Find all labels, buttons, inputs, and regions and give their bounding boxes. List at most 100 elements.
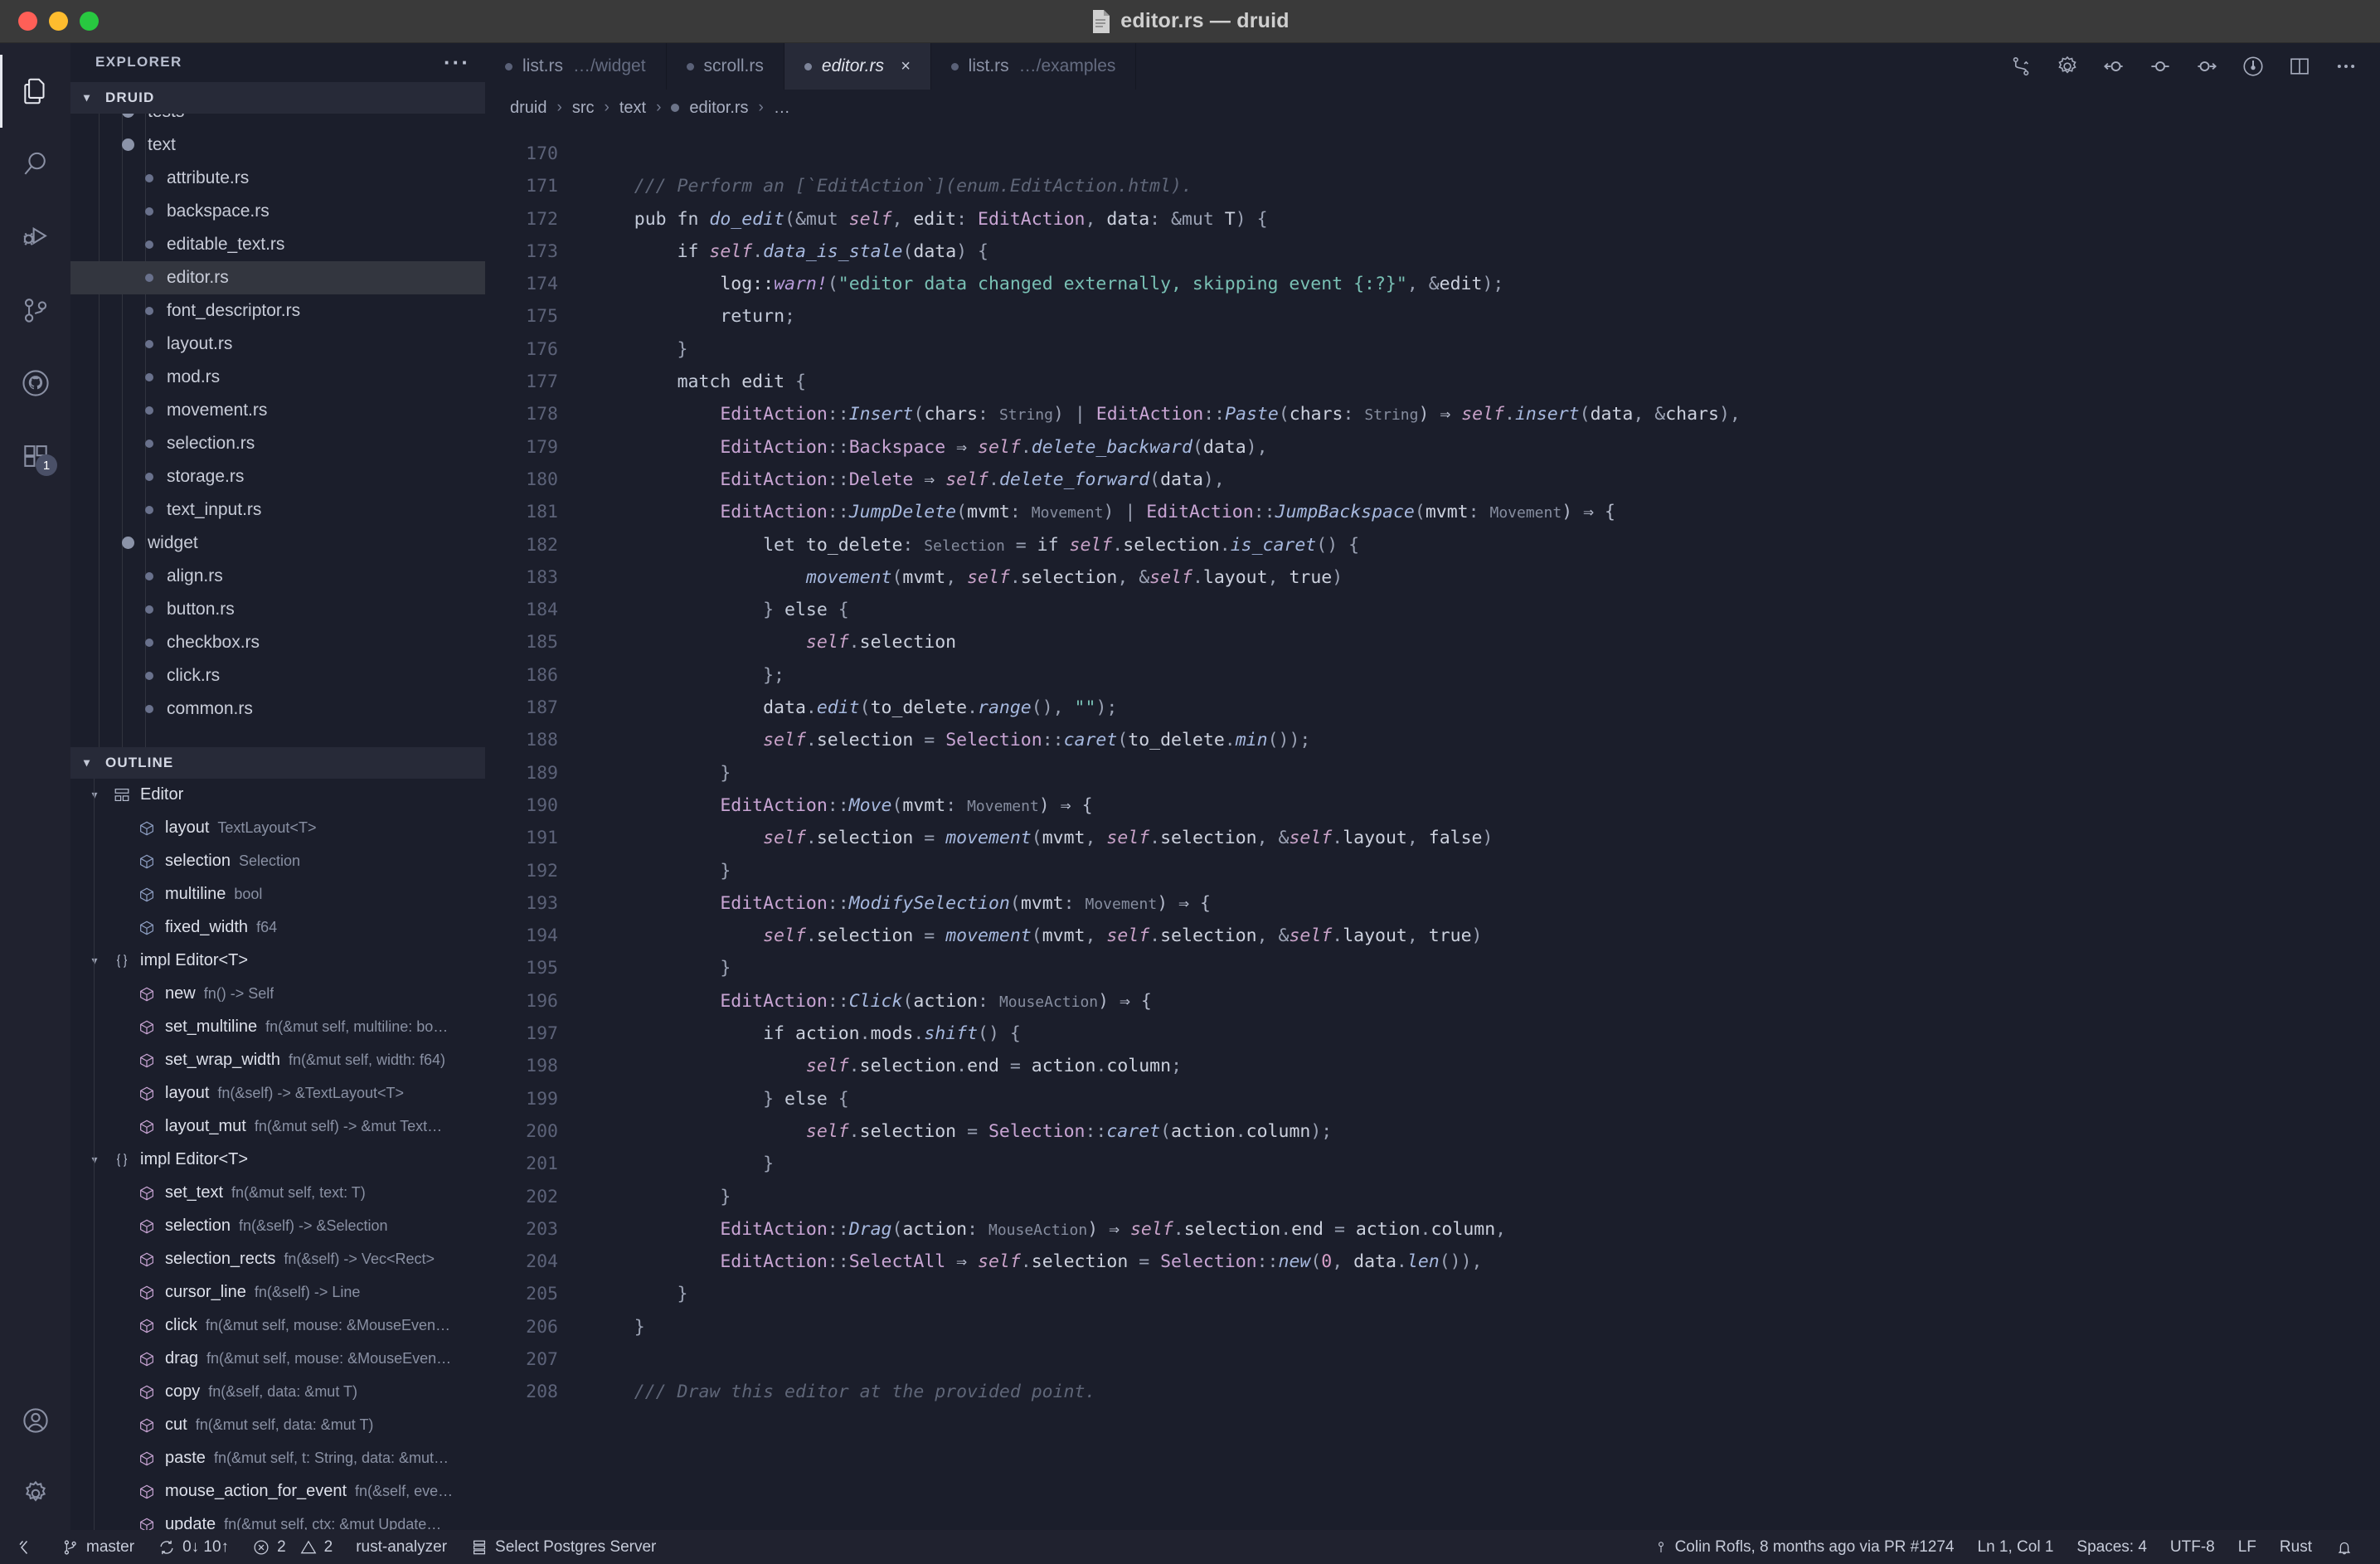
activitybar-item-accounts[interactable] (0, 1384, 70, 1457)
close-window-button[interactable] (18, 12, 37, 31)
outline-item-click[interactable]: click fn(&mut self, mouse: &MouseEven… (70, 1309, 485, 1343)
code-line[interactable]: /// Perform an [`EditAction`](enum.EditA… (591, 170, 2380, 202)
code-line[interactable]: self.selection = movement(mvmt, self.sel… (591, 822, 2380, 854)
code-line[interactable]: pub fn do_edit(&mut self, edit: EditActi… (591, 203, 2380, 236)
outline-section-header[interactable]: ▾ OUTLINE (70, 746, 485, 779)
code-line[interactable]: EditAction::Insert(chars: String) | Edit… (591, 398, 2380, 430)
code-line[interactable]: self.selection (591, 626, 2380, 658)
tab-close-icon[interactable]: × (901, 57, 911, 76)
code-line[interactable]: }; (591, 659, 2380, 692)
outline-item-selection[interactable]: selection fn(&self) -> &Selection (70, 1210, 485, 1243)
code-line[interactable]: EditAction::Drag(action: MouseAction) ⇒ … (591, 1213, 2380, 1246)
code-line[interactable]: /// Draw this editor at the provided poi… (591, 1376, 2380, 1408)
activitybar-item-settings[interactable] (0, 1457, 70, 1530)
status-item-problems[interactable]: 2 2 (240, 1530, 344, 1564)
go-to-next-change-icon[interactable] (2194, 54, 2219, 79)
outline-tree[interactable]: ▾ Editor layout TextLayout<T> selection Selec… (70, 778, 485, 1530)
outline-item-copy[interactable]: copy fn(&self, data: &mut T) (70, 1376, 485, 1409)
outline-item-paste[interactable]: paste fn(&mut self, t: String, data: &mut… (70, 1442, 485, 1475)
file-tree-item-tests[interactable]: tests (70, 113, 485, 129)
code-line[interactable]: movement(mvmt, self.selection, &self.lay… (591, 561, 2380, 594)
code-line[interactable]: self.selection = Selection::caret(action… (591, 1115, 2380, 1148)
status-item-git-blame[interactable]: Colin Rofls, 8 months ago via PR #1274 (1642, 1530, 1966, 1564)
file-tree-item-storage-rs[interactable]: storage.rs (70, 460, 485, 493)
code-line[interactable]: } (591, 855, 2380, 887)
outline-item-layout[interactable]: layout TextLayout<T> (70, 812, 485, 845)
code-line[interactable]: self.selection = movement(mvmt, self.sel… (591, 920, 2380, 952)
change-marker-icon[interactable] (2148, 54, 2173, 79)
split-merge-icon[interactable] (2008, 54, 2033, 79)
status-item-postgres[interactable]: Select Postgres Server (459, 1530, 668, 1564)
code-line[interactable]: log::warn!("editor data changed external… (591, 268, 2380, 300)
go-to-previous-change-icon[interactable] (2101, 54, 2126, 79)
status-item-encoding[interactable]: UTF-8 (2159, 1530, 2227, 1564)
code-line[interactable]: let to_delete: Selection = if self.selec… (591, 529, 2380, 561)
breadcrumb-part[interactable]: src (572, 99, 595, 118)
activitybar-item-search[interactable] (0, 128, 70, 201)
code-editor[interactable]: 170 171 172 173 174 175 176 177 178 179 180 181 182 1… (485, 126, 2380, 1530)
code-line[interactable]: if self.data_is_stale(data) { (591, 236, 2380, 268)
file-tree-item-font-descriptor-rs[interactable]: font_descriptor.rs (70, 294, 485, 328)
status-item-branch[interactable]: master (50, 1530, 146, 1564)
outline-item-update[interactable]: update fn(&mut self, ctx: &mut Update… (70, 1508, 485, 1530)
file-tree-item-click-rs[interactable]: click.rs (70, 659, 485, 692)
outline-item-layout[interactable]: layout fn(&self) -> &TextLayout<T> (70, 1077, 485, 1110)
outline-item-cursor-line[interactable]: cursor_line fn(&self) -> Line (70, 1276, 485, 1309)
status-item-cursor-position[interactable]: Ln 1, Col 1 (1966, 1530, 2066, 1564)
code-content[interactable]: /// Perform an [`EditAction`](enum.EditA… (576, 126, 2380, 1530)
tab-list[interactable]: list.rs …/widget scroll.rs editor.rs × list.r… (485, 43, 1137, 90)
maximize-window-button[interactable] (80, 12, 99, 31)
outline-item-impl-editor-t-[interactable]: ▾ impl Editor<T> (70, 1144, 485, 1177)
file-tree-item-text-input-rs[interactable]: text_input.rs (70, 493, 485, 527)
activitybar-item-explorer[interactable] (0, 55, 70, 128)
file-tree-item-selection-rs[interactable]: selection.rs (70, 427, 485, 460)
file-tree-item-widget[interactable]: widget (70, 527, 485, 560)
outline-item-layout-mut[interactable]: layout_mut fn(&mut self) -> &mut Text… (70, 1110, 485, 1144)
code-line[interactable]: EditAction::ModifySelection(mvmt: Moveme… (591, 887, 2380, 920)
gear-settings-icon[interactable] (2055, 54, 2080, 79)
status-item-sync[interactable]: 0↓ 10↑ (146, 1530, 240, 1564)
code-line[interactable]: EditAction::Backspace ⇒ self.delete_back… (591, 431, 2380, 464)
outline-item-editor[interactable]: ▾ Editor (70, 779, 485, 812)
code-line[interactable]: } (591, 952, 2380, 984)
breadcrumb-part[interactable]: text (619, 99, 646, 118)
code-line[interactable]: } (591, 1148, 2380, 1180)
file-tree-item-mod-rs[interactable]: mod.rs (70, 361, 485, 394)
file-tree-item-common-rs[interactable]: common.rs (70, 692, 485, 726)
code-line[interactable]: EditAction::JumpDelete(mvmt: Movement) |… (591, 496, 2380, 528)
minimize-window-button[interactable] (49, 12, 68, 31)
outline-item-mouse-action-for-event[interactable]: mouse_action_for_event fn(&self, eve… (70, 1475, 485, 1508)
activitybar-item-github[interactable] (0, 347, 70, 420)
status-item-indentation[interactable]: Spaces: 4 (2065, 1530, 2159, 1564)
code-line[interactable]: match edit { (591, 366, 2380, 398)
activitybar-item-extensions[interactable]: 1 (0, 420, 70, 493)
code-line[interactable]: } (591, 333, 2380, 366)
outline-item-new[interactable]: new fn() -> Self (70, 978, 485, 1011)
outline-item-multiline[interactable]: multiline bool (70, 878, 485, 911)
code-line[interactable]: } (591, 1311, 2380, 1343)
code-line[interactable]: EditAction::Click(action: MouseAction) ⇒… (591, 985, 2380, 1018)
code-line[interactable]: if action.mods.shift() { (591, 1018, 2380, 1050)
outline-item-set-wrap-width[interactable]: set_wrap_width fn(&mut self, width: f64) (70, 1044, 485, 1077)
file-tree-item-text[interactable]: text (70, 129, 485, 162)
run-test-icon[interactable] (2241, 54, 2266, 79)
code-line[interactable]: } (591, 1278, 2380, 1310)
tab-editor-rs[interactable]: editor.rs × (784, 43, 931, 90)
file-tree-item-button-rs[interactable]: button.rs (70, 593, 485, 626)
code-line[interactable]: data.edit(to_delete.range(), ""); (591, 692, 2380, 724)
code-line[interactable]: self.selection.end = action.column; (591, 1050, 2380, 1082)
file-tree-item-backspace-rs[interactable]: backspace.rs (70, 195, 485, 228)
code-line[interactable]: } else { (591, 594, 2380, 626)
code-line[interactable] (591, 1343, 2380, 1376)
outline-item-fixed-width[interactable]: fixed_width f64 (70, 911, 485, 945)
file-tree-item-checkbox-rs[interactable]: checkbox.rs (70, 626, 485, 659)
code-line[interactable] (591, 138, 2380, 170)
outline-item-set-text[interactable]: set_text fn(&mut self, text: T) (70, 1177, 485, 1210)
breadcrumb-part[interactable]: druid (510, 99, 546, 118)
code-line[interactable]: } (591, 1181, 2380, 1213)
file-tree-item-align-rs[interactable]: align.rs (70, 560, 485, 593)
code-line[interactable]: EditAction::Delete ⇒ self.delete_forward… (591, 464, 2380, 496)
outline-item-selection[interactable]: selection Selection (70, 845, 485, 878)
more-actions-icon[interactable] (2334, 54, 2358, 79)
outline-item-set-multiline[interactable]: set_multiline fn(&mut self, multiline: bo… (70, 1011, 485, 1044)
